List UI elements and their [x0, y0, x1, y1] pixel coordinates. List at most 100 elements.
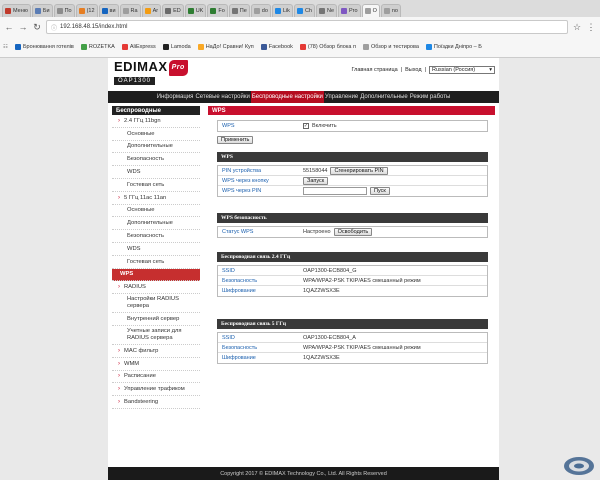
- pin-label: PIN устройства: [222, 167, 262, 174]
- info-row: Безопасность WPA/WPA2-PSK TKIP/AES смешан…: [218, 276, 487, 286]
- browser-tab[interactable]: Ar: [141, 4, 162, 17]
- main-nav-item[interactable]: Информация: [156, 91, 195, 103]
- sidebar-item[interactable]: Настройки RADIUS сервера: [112, 294, 200, 314]
- bookmark-favicon-icon: [14, 44, 21, 50]
- bookmark-favicon-icon: [362, 44, 369, 50]
- start-button[interactable]: Запуск: [303, 176, 329, 185]
- page-info-icon[interactable]: ⓘ: [51, 23, 57, 32]
- sidebar-item[interactable]: Основные: [112, 128, 200, 141]
- logout-link[interactable]: Выход: [405, 67, 421, 73]
- sidebar-item[interactable]: › Bandsteering: [112, 396, 200, 409]
- bookmark-item[interactable]: AliExpress: [121, 44, 156, 50]
- tab-label: no: [391, 8, 398, 14]
- back-icon[interactable]: ←: [4, 22, 14, 32]
- sidebar-item[interactable]: Основные: [112, 205, 200, 218]
- browser-tab[interactable]: Пе: [228, 4, 250, 17]
- sidebar-item[interactable]: Гостевая сеть: [112, 179, 200, 192]
- browser-tab[interactable]: O: [361, 4, 380, 17]
- main-nav-item[interactable]: Дополнительные: [359, 91, 409, 103]
- browser-tab[interactable]: Fo: [207, 4, 228, 17]
- info-value: OAP1300-ECB804_G: [303, 267, 357, 274]
- sidebar-item[interactable]: › Расписание: [112, 371, 200, 384]
- bookmark-star-icon[interactable]: ☆: [572, 22, 582, 32]
- wps-settings-box: PIN устройства 55158044 Сгенерировать PI…: [217, 165, 488, 197]
- browser-tab[interactable]: Ne: [315, 4, 337, 17]
- sidebar-item[interactable]: › Управление трафиком: [112, 383, 200, 397]
- apps-grid-icon[interactable]: ☷: [3, 44, 8, 50]
- bookmark-item[interactable]: Facebook: [260, 44, 293, 50]
- bookmark-favicon-icon: [121, 44, 128, 50]
- bookmark-item[interactable]: (78) Обзор блока п: [299, 44, 356, 50]
- sidebar-item[interactable]: › 2.4 ГГц 11bgn: [112, 115, 200, 128]
- bookmark-item[interactable]: Бронювання готелів: [14, 44, 74, 50]
- sidebar-item[interactable]: Гостевая сеть: [112, 256, 200, 269]
- bookmark-item[interactable]: Lamoda: [162, 44, 191, 50]
- browser-tab[interactable]: (12: [75, 4, 98, 17]
- browser-tab[interactable]: Ch: [293, 4, 315, 17]
- tab-label: (12: [86, 8, 95, 14]
- main-nav-item[interactable]: Управление: [324, 91, 359, 103]
- browser-tab[interactable]: ED: [162, 4, 184, 17]
- home-link[interactable]: Главная страница: [351, 67, 397, 73]
- sidebar-item-label: WPS: [120, 271, 134, 278]
- browser-tab[interactable]: Ra: [119, 4, 141, 17]
- bookmark-favicon-icon: [80, 44, 87, 50]
- browser-tab[interactable]: no: [380, 4, 401, 17]
- browser-tab[interactable]: ви: [98, 4, 119, 17]
- generate-pin-button[interactable]: Сгенерировать PIN: [330, 166, 388, 175]
- info-value: 1QAZ2WSX3E: [303, 355, 340, 361]
- sidebar-item-label: 2.4 ГГц 11bgn: [124, 117, 161, 124]
- tab-favicon-icon: [187, 8, 194, 14]
- sidebar-item[interactable]: Дополнительные: [112, 217, 200, 231]
- tab-label: do: [261, 8, 268, 14]
- tab-favicon-icon: [296, 8, 303, 14]
- apply-button[interactable]: Применить: [217, 136, 254, 144]
- browser-tab[interactable]: Lik: [271, 4, 293, 17]
- reload-icon[interactable]: ↻: [32, 22, 42, 32]
- release-button[interactable]: Освободить: [333, 228, 373, 236]
- browser-tab[interactable]: Pro: [338, 4, 361, 17]
- language-select[interactable]: Russian (Россия) ▾: [429, 66, 495, 74]
- sidebar-item[interactable]: Безопасность: [112, 230, 200, 243]
- bookmark-item[interactable]: НаДо! Сравни! Куп: [197, 44, 254, 50]
- main-nav-item[interactable]: Режим работы: [409, 91, 452, 103]
- main-nav-item[interactable]: Сетевые настройки: [194, 91, 250, 103]
- sidebar-item[interactable]: Учетные записи для RADIUS сервера: [112, 326, 200, 345]
- sidebar-item[interactable]: Дополнительные: [112, 141, 200, 154]
- bookmark-item[interactable]: Поїздки Дніпро – Б: [425, 44, 482, 50]
- sidebar-item[interactable]: WDS: [112, 243, 200, 256]
- bookmark-item[interactable]: ROZETKA: [80, 44, 115, 50]
- browser-tab[interactable]: По: [53, 4, 75, 17]
- browser-tab[interactable]: Би: [31, 4, 53, 17]
- main-nav-item[interactable]: Беспроводные настройки: [250, 91, 324, 103]
- sidebar-item-label: WDS: [127, 169, 141, 176]
- sidebar-item[interactable]: Внутренний сервер: [112, 313, 200, 326]
- url-field[interactable]: ⓘ 192.168.48.15/index.html: [46, 20, 568, 34]
- menu-icon[interactable]: ⋮: [586, 22, 596, 32]
- pin-input[interactable]: [303, 187, 367, 195]
- button-mode-row: WPS через кнопку Запуск: [218, 176, 487, 186]
- browser-tab[interactable]: UK: [184, 4, 207, 17]
- start-pin-button[interactable]: Пуск: [370, 187, 390, 195]
- button-mode-label: WPS через кнопку: [222, 177, 269, 184]
- tab-label: ви: [109, 8, 116, 14]
- pin-row: PIN устройства 55158044 Сгенерировать PI…: [218, 166, 487, 176]
- sidebar-item[interactable]: › 5 ГГц 11ac 11an: [112, 192, 200, 205]
- sidebar-item-label: Внутренний сервер: [127, 316, 180, 323]
- tab-label: Би: [42, 8, 50, 14]
- forward-icon[interactable]: →: [18, 22, 28, 32]
- bookmark-favicon-icon: [197, 44, 204, 50]
- sidebar-item[interactable]: WDS: [112, 166, 200, 179]
- browser-tab[interactable]: Меню: [2, 4, 31, 17]
- sidebar-item-label: Настройки RADIUS сервера: [127, 296, 179, 310]
- sidebar-item[interactable]: › MAC фильтр: [112, 345, 200, 358]
- chevron-right-icon: ›: [118, 347, 120, 354]
- sidebar-item[interactable]: Безопасность: [112, 153, 200, 167]
- browser-tab[interactable]: do: [250, 4, 271, 17]
- bookmark-item[interactable]: Обзор и тестирова: [362, 44, 419, 50]
- sidebar-item[interactable]: › RADIUS: [112, 281, 200, 295]
- sidebar-item[interactable]: WPS: [112, 268, 200, 282]
- tab-favicon-icon: [78, 8, 85, 14]
- sidebar-item[interactable]: › WMM: [112, 358, 200, 371]
- wps-enable-checkbox[interactable]: ✓: [303, 123, 309, 129]
